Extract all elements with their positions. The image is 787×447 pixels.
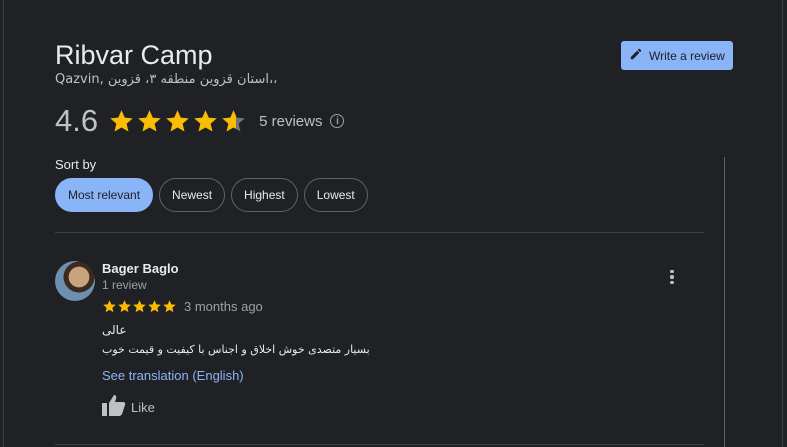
star-icon	[148, 300, 161, 313]
reviewer-meta: 1 review	[102, 278, 147, 292]
star-icon	[110, 109, 133, 132]
star-icon	[194, 109, 217, 132]
avatar[interactable]	[55, 261, 95, 301]
info-icon[interactable]: i	[330, 114, 345, 128]
divider	[55, 232, 704, 233]
scrollbar[interactable]	[724, 157, 733, 447]
place-title: Ribvar Camp	[55, 40, 213, 70]
like-label: Like	[131, 400, 155, 415]
star-icon	[103, 300, 116, 313]
review-rating-row: 3 months ago	[102, 299, 263, 314]
star-icon	[166, 109, 189, 132]
review-date: 3 months ago	[184, 299, 263, 314]
sort-chip-most-relevant[interactable]: Most relevant	[55, 178, 154, 212]
thumbs-up-icon	[102, 394, 126, 421]
like-button[interactable]: Like	[102, 394, 155, 421]
more-options-icon[interactable]	[664, 267, 680, 287]
sort-chip-highest[interactable]: Highest	[231, 178, 298, 212]
write-review-label: Write a review	[649, 48, 725, 63]
reviews-dialog: Ribvar Camp Qazvin, استان قزوین منطقه ۳،…	[3, 0, 783, 447]
divider	[55, 444, 704, 445]
sort-label: Sort by	[55, 157, 97, 172]
review-stars	[102, 299, 177, 314]
see-translation-link[interactable]: See translation (English)	[102, 368, 244, 383]
write-review-button[interactable]: Write a review	[621, 41, 733, 70]
star-icon	[138, 109, 161, 132]
star-icon	[133, 300, 146, 313]
reviewer-name[interactable]: Bager Baglo	[102, 261, 179, 276]
review-text-line1: عالی	[102, 323, 127, 337]
rating-value: 4.6	[55, 103, 99, 138]
rating-summary: 4.6 5 reviews i	[55, 103, 345, 139]
place-address: Qazvin, استان قزوین منطقه ۳، قزوین،،	[55, 72, 278, 87]
star-icon	[163, 300, 176, 313]
star-icon	[118, 300, 131, 313]
sort-chip-newest[interactable]: Newest	[159, 178, 226, 212]
reviews-count[interactable]: 5 reviews	[259, 113, 322, 130]
review-text-line2: بسیار متصدی خوش اخلاق و اجناس با کیفیت و…	[102, 343, 370, 356]
pencil-icon	[629, 47, 643, 64]
rating-stars	[108, 108, 247, 135]
star-icon	[222, 109, 245, 132]
sort-chip-lowest[interactable]: Lowest	[303, 178, 368, 212]
sort-chips: Most relevant Newest Highest Lowest	[55, 178, 368, 212]
